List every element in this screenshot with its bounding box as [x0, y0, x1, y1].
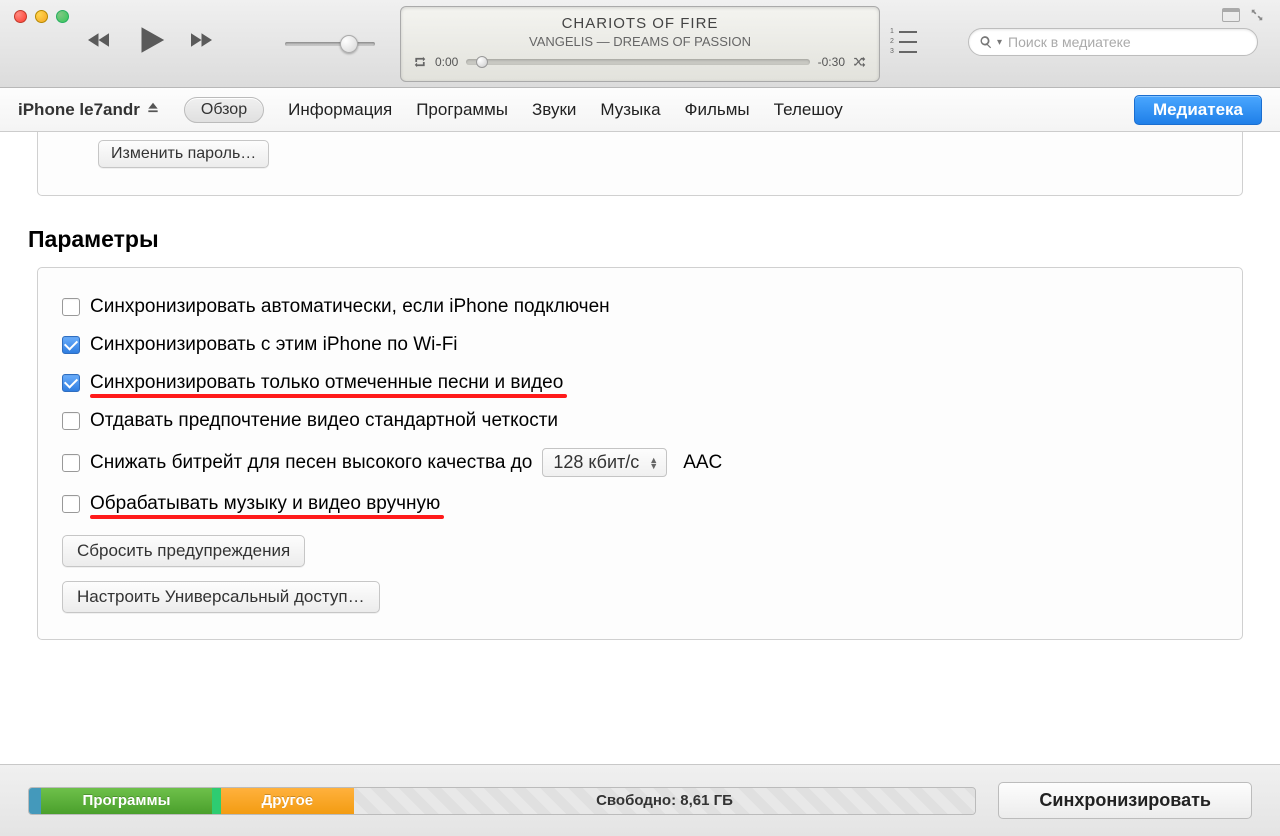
capacity-bar: Программы Другое Свободно: 8,61 ГБ	[28, 787, 976, 815]
backup-panel-tail: Изменить пароль…	[37, 132, 1243, 196]
miniplayer-button[interactable]	[1222, 8, 1240, 22]
option-label-4: Снижать битрейт для песен высокого качес…	[90, 452, 532, 474]
option-checkbox-0[interactable]	[62, 298, 80, 316]
option-checkbox-2[interactable]	[62, 374, 80, 392]
option-row-2: Синхронизировать только отмеченные песни…	[62, 364, 1218, 402]
sync-button[interactable]: Синхронизировать	[998, 782, 1252, 819]
zoom-window-button[interactable]	[56, 10, 69, 23]
repeat-icon[interactable]	[413, 55, 427, 69]
up-next-button[interactable]: 1 2 3	[890, 28, 917, 55]
tab-tones[interactable]: Звуки	[532, 100, 576, 120]
option-label-2: Синхронизировать только отмеченные песни…	[90, 372, 563, 394]
option-label-3: Отдавать предпочтение видео стандартной …	[90, 410, 558, 432]
play-button[interactable]	[126, 20, 174, 60]
option-row-0: Синхронизировать автоматически, если iPh…	[62, 288, 1218, 326]
options-panel: Синхронизировать автоматически, если iPh…	[37, 267, 1243, 640]
tab-info[interactable]: Информация	[288, 100, 392, 120]
option-checkbox-1[interactable]	[62, 336, 80, 354]
eject-button[interactable]	[146, 100, 160, 120]
capacity-seg-audio	[29, 788, 41, 814]
scrubber[interactable]	[466, 59, 809, 65]
option-row-1: Синхронизировать с этим iPhone по Wi-Fi	[62, 326, 1218, 364]
reset-warnings-button[interactable]: Сбросить предупреждения	[62, 535, 305, 567]
universal-access-button[interactable]: Настроить Универсальный доступ…	[62, 581, 380, 613]
search-menu-chevron-icon[interactable]: ▾	[997, 37, 1002, 48]
tab-movies[interactable]: Фильмы	[685, 100, 750, 120]
tab-apps[interactable]: Программы	[416, 100, 508, 120]
time-elapsed: 0:00	[435, 55, 458, 69]
option-checkbox-5[interactable]	[62, 495, 80, 513]
option-row-5: Обрабатывать музыку и видео вручную	[62, 485, 1218, 523]
tab-music[interactable]: Музыка	[600, 100, 660, 120]
option-label-1: Синхронизировать с этим iPhone по Wi-Fi	[90, 334, 458, 356]
previous-button[interactable]	[80, 20, 120, 60]
fullscreen-button[interactable]	[1246, 8, 1268, 22]
tab-summary[interactable]: Обзор	[184, 97, 264, 123]
playback-controls	[80, 20, 220, 60]
bottom-bar: Программы Другое Свободно: 8,61 ГБ Синхр…	[0, 764, 1280, 836]
device-tabs: iPhone le7andr Обзор Информация Программ…	[0, 88, 1280, 132]
window-controls	[14, 10, 69, 23]
capacity-seg-apps: Программы	[41, 788, 211, 814]
time-remaining: -0:30	[818, 55, 845, 69]
minimize-window-button[interactable]	[35, 10, 48, 23]
device-name: iPhone le7andr	[18, 100, 160, 120]
library-button[interactable]: Медиатека	[1134, 95, 1262, 125]
tab-tvshows[interactable]: Телешоу	[774, 100, 843, 120]
capacity-seg-free: Свободно: 8,61 ГБ	[354, 788, 976, 814]
title-bar: CHARIOTS OF FIRE VANGELIS — DREAMS OF PA…	[0, 0, 1280, 88]
bitrate-codec-label: AAC	[683, 452, 722, 474]
main-content: Изменить пароль… Параметры Синхронизиров…	[0, 132, 1280, 764]
option-checkbox-3[interactable]	[62, 412, 80, 430]
change-password-button[interactable]: Изменить пароль…	[98, 140, 269, 168]
options-heading: Параметры	[28, 226, 1252, 253]
capacity-seg-other: Другое	[221, 788, 353, 814]
close-window-button[interactable]	[14, 10, 27, 23]
search-input[interactable]	[1008, 34, 1247, 50]
option-checkbox-4[interactable]	[62, 454, 80, 472]
capacity-seg-misc	[212, 788, 221, 814]
option-label-0: Синхронизировать автоматически, если iPh…	[90, 296, 610, 318]
option-row-4: Снижать битрейт для песен высокого качес…	[62, 440, 1218, 485]
search-field[interactable]: ▾	[968, 28, 1258, 56]
volume-slider[interactable]	[285, 38, 375, 46]
shuffle-icon[interactable]	[853, 55, 867, 69]
bitrate-select[interactable]: 128 кбит/с▲▼	[542, 448, 667, 477]
next-button[interactable]	[180, 20, 220, 60]
now-playing-display: CHARIOTS OF FIRE VANGELIS — DREAMS OF PA…	[400, 6, 880, 82]
track-subtitle: VANGELIS — DREAMS OF PASSION	[413, 34, 867, 49]
track-title: CHARIOTS OF FIRE	[413, 15, 867, 32]
search-icon	[979, 35, 993, 49]
option-label-5: Обрабатывать музыку и видео вручную	[90, 493, 440, 515]
option-row-3: Отдавать предпочтение видео стандартной …	[62, 402, 1218, 440]
